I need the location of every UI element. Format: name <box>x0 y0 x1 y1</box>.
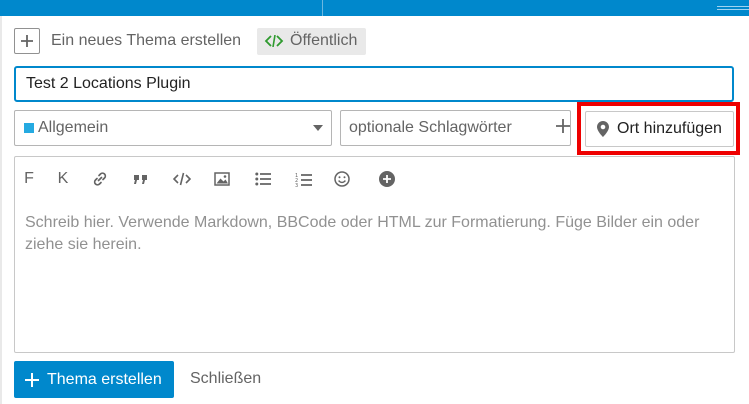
code-icon[interactable] <box>172 167 192 191</box>
italic-button[interactable]: K <box>53 167 73 191</box>
new-topic-icon <box>14 28 40 54</box>
visibility-badge: Öffentlich <box>257 27 367 55</box>
plus-icon <box>25 372 39 387</box>
tags-input[interactable] <box>349 119 556 137</box>
editor-toolbar: F K 123 <box>15 167 734 191</box>
bullet-list-icon[interactable] <box>253 167 273 191</box>
composer-grippie-bar[interactable] <box>0 0 749 16</box>
bold-button[interactable]: F <box>19 167 39 191</box>
numbered-list-icon[interactable]: 123 <box>293 167 313 191</box>
editor-container: F K 123 Schreib hier. Verwende Markdown,… <box>14 156 735 353</box>
public-eye-icon <box>264 35 284 47</box>
map-marker-icon <box>597 121 609 137</box>
more-options-icon[interactable] <box>377 167 397 191</box>
link-icon[interactable] <box>90 167 110 191</box>
chevron-down-icon <box>313 125 323 131</box>
add-location-button[interactable]: Ort hinzufügen <box>585 111 734 147</box>
emoji-icon[interactable] <box>332 167 352 191</box>
visibility-label: Öffentlich <box>290 32 358 49</box>
svg-text:3: 3 <box>295 183 298 187</box>
quote-icon[interactable] <box>131 167 151 191</box>
create-topic-label: Thema erstellen <box>47 370 162 388</box>
top-divider <box>322 0 323 16</box>
topic-title-input[interactable] <box>14 66 734 102</box>
composer-header: Ein neues Thema erstellen Öffentlich <box>14 27 367 55</box>
close-composer-link[interactable]: Schließen <box>190 370 261 388</box>
tags-chooser[interactable] <box>340 110 571 146</box>
image-icon[interactable] <box>212 167 232 191</box>
italic-label: K <box>57 170 69 187</box>
bold-label: F <box>24 170 34 187</box>
editor-textarea[interactable]: Schreib hier. Verwende Markdown, BBCode … <box>25 212 715 256</box>
composer-action-title: Ein neues Thema erstellen <box>51 32 242 49</box>
category-select[interactable]: Allgemein <box>14 110 332 146</box>
create-topic-button[interactable]: Thema erstellen <box>14 361 174 398</box>
left-divider <box>0 16 2 404</box>
category-color-swatch <box>24 123 34 133</box>
category-label: Allgemein <box>38 119 109 136</box>
add-location-label: Ort hinzufügen <box>617 120 722 137</box>
resize-grip-icon[interactable] <box>717 6 749 10</box>
add-tag-icon[interactable] <box>556 118 570 138</box>
